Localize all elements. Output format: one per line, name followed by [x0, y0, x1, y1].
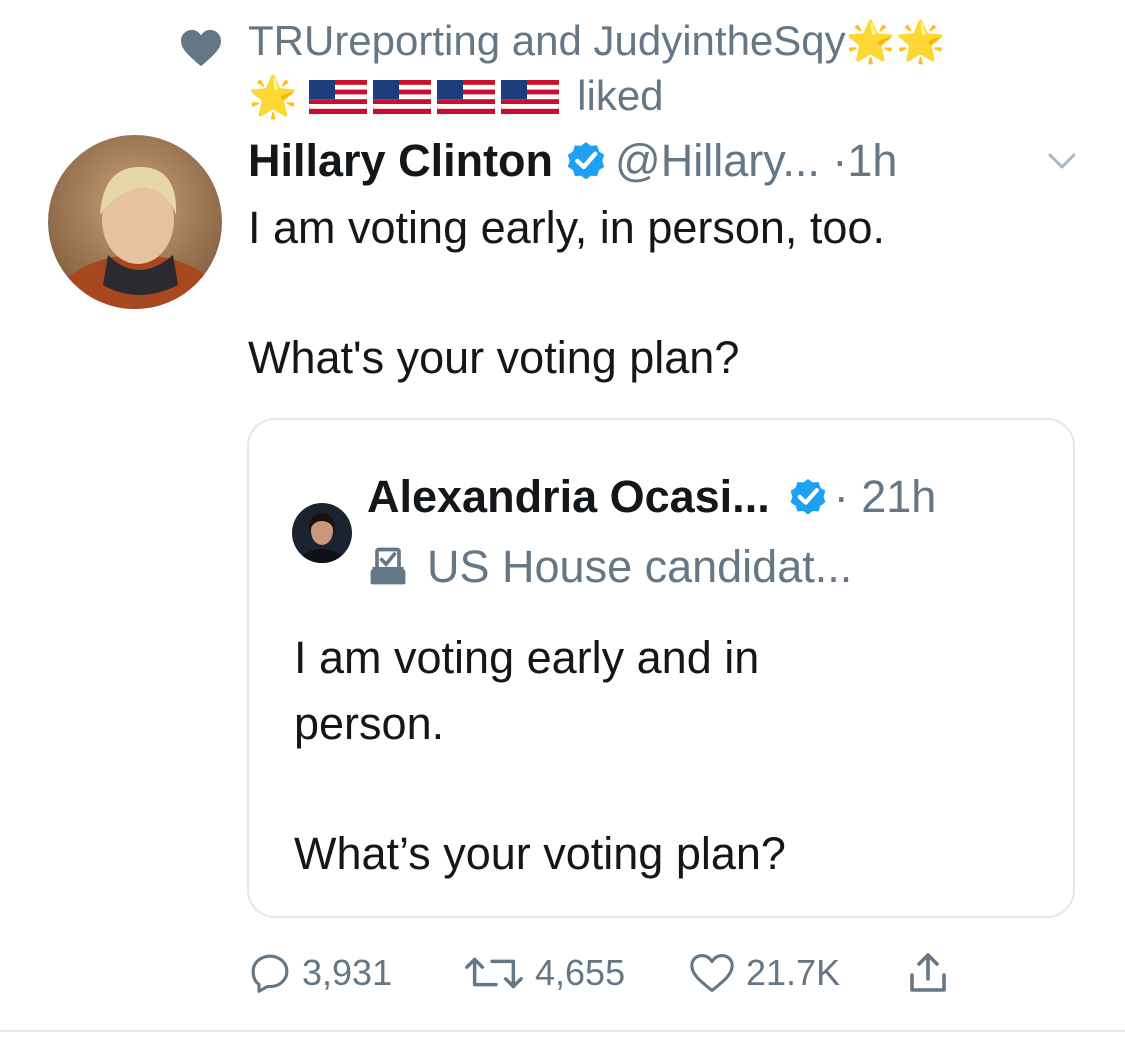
author-name[interactable]: Hillary Clinton [248, 135, 553, 186]
us-flag-icon [501, 80, 560, 114]
like-button[interactable]: 21.7K [688, 945, 840, 1001]
quoted-header: Alexandria Ocasi... · 21h [367, 468, 936, 526]
quoted-tweet-text: I am voting early and in person. What’s … [294, 625, 1054, 887]
author-handle[interactable]: @Hillary... [615, 135, 820, 186]
avatar[interactable] [48, 135, 222, 309]
divider [0, 1030, 1125, 1032]
retweet-icon [465, 957, 523, 989]
tweet-header: Hillary Clinton @Hillary... ·1h [248, 132, 897, 190]
quoted-tweet-line: What’s your voting plan? [294, 828, 786, 879]
quoted-avatar[interactable] [292, 503, 352, 563]
like-icon [690, 954, 734, 992]
star-emoji: 🌟 [248, 75, 298, 119]
us-flag-icon [437, 80, 496, 114]
liked-by-names[interactable]: TRUreporting and JudyintheSqy [248, 17, 846, 64]
star-emoji: 🌟 [845, 20, 896, 64]
timestamp[interactable]: 1h [847, 135, 897, 186]
social-context-text: TRUreporting and JudyintheSqy🌟🌟 🌟 liked [248, 14, 1068, 124]
share-button[interactable] [904, 945, 962, 1001]
tweet-line: What's your voting plan? [248, 332, 740, 383]
liked-label: liked [577, 72, 664, 119]
quoted-tweet-line: I am voting early and in [294, 632, 760, 683]
retweet-button[interactable]: 4,655 [463, 945, 625, 1001]
candidate-label-text: US House candidat... [427, 541, 853, 592]
chevron-down-icon[interactable] [1044, 146, 1080, 176]
reply-count: 3,931 [302, 952, 393, 993]
us-flag-icon [373, 80, 432, 114]
quoted-author-name[interactable]: Alexandria Ocasi... [367, 471, 770, 522]
us-flag-icon [309, 80, 368, 114]
quoted-tweet-line: person. [294, 698, 445, 749]
tweet-text: I am voting early, in person, too. What'… [248, 196, 1088, 390]
star-emoji: 🌟 [895, 20, 946, 64]
quoted-timestamp[interactable]: 21h [861, 471, 936, 522]
reply-icon [251, 954, 289, 993]
like-count: 21.7K [746, 952, 841, 993]
heart-icon [181, 29, 221, 67]
avatar-photo [48, 135, 222, 309]
separator-dot: · [832, 135, 848, 186]
verified-badge-icon [567, 142, 605, 180]
quoted-tweet[interactable]: Alexandria Ocasi... · 21h US House candid… [247, 418, 1075, 918]
verified-badge-icon [790, 478, 826, 515]
quoted-avatar-photo [292, 503, 352, 563]
action-bar: 3,931 4,655 21.7K [248, 945, 1008, 1001]
separator-dot: · [833, 471, 849, 522]
share-icon [910, 953, 946, 992]
candidate-label: US House candidat... [365, 538, 852, 596]
retweet-count: 4,655 [535, 952, 626, 993]
tweet-line: I am voting early, in person, too. [248, 202, 885, 253]
reply-button[interactable]: 3,931 [248, 945, 392, 1001]
ballot-box-icon [370, 547, 406, 585]
